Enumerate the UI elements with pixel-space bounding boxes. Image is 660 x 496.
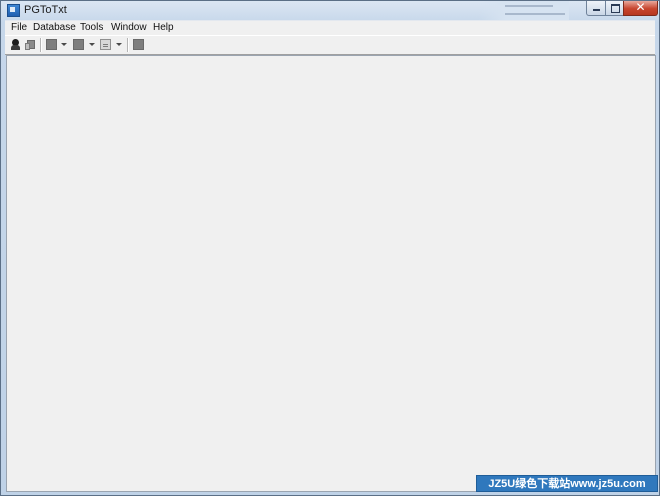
menu-database[interactable]: Database	[33, 22, 76, 33]
toolbar	[5, 35, 655, 55]
menu-help[interactable]: Help	[153, 22, 174, 33]
mdi-client-area[interactable]	[6, 55, 656, 492]
watermark-badge: JZ5U绿色下载站www.jz5u.com	[476, 475, 658, 492]
background-text-line	[505, 13, 565, 15]
connect-icon[interactable]	[10, 39, 21, 50]
minimize-button[interactable]	[586, 1, 606, 16]
chevron-down-icon[interactable]	[116, 43, 122, 46]
query-icon[interactable]	[100, 39, 111, 50]
chevron-down-icon[interactable]	[61, 43, 67, 46]
menu-bar: File Database Tools Window Help	[5, 20, 655, 36]
close-icon: ✕	[635, 0, 646, 14]
toolbar-separator	[127, 38, 128, 52]
chevron-down-icon[interactable]	[89, 43, 95, 46]
app-icon[interactable]	[7, 4, 20, 17]
app-window: PGToTxt ✕ File Database Tools Window Hel…	[0, 0, 660, 496]
background-text-line	[505, 5, 553, 7]
title-bar[interactable]: PGToTxt	[1, 1, 659, 20]
close-button[interactable]: ✕	[623, 0, 658, 16]
background-window-peek	[479, 1, 569, 20]
menu-window[interactable]: Window	[111, 22, 147, 33]
new-task-icon[interactable]	[46, 39, 57, 50]
window-title: PGToTxt	[24, 4, 67, 16]
toolbar-separator	[40, 38, 41, 52]
menu-tools[interactable]: Tools	[80, 22, 103, 33]
open-task-icon[interactable]	[73, 39, 84, 50]
disconnect-icon[interactable]	[25, 39, 36, 50]
maximize-button[interactable]	[605, 1, 624, 16]
menu-file[interactable]: File	[11, 22, 27, 33]
run-icon[interactable]	[133, 39, 144, 50]
